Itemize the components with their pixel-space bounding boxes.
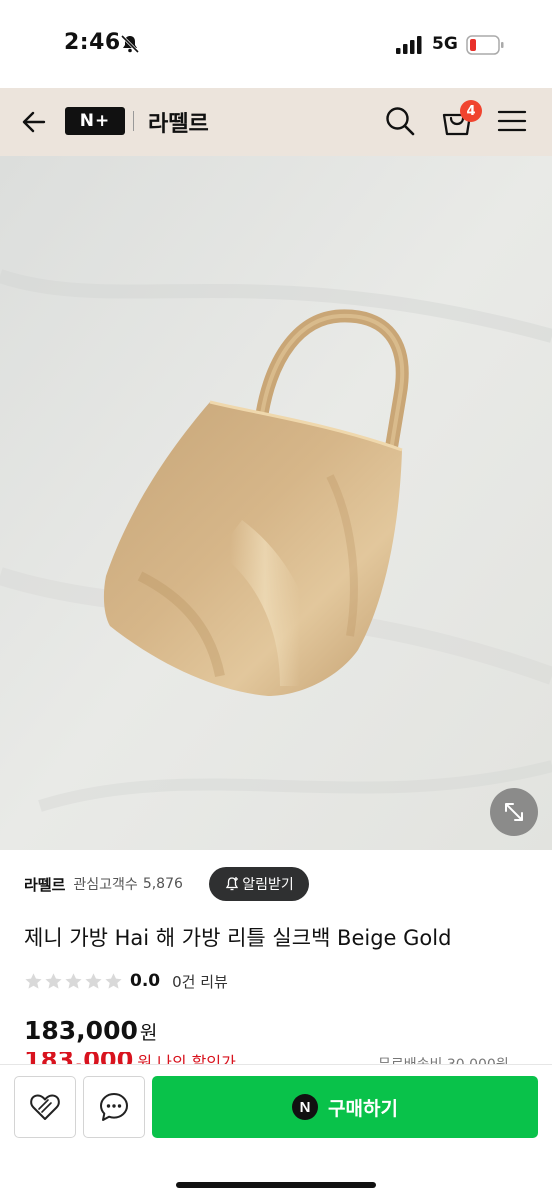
review-count[interactable]: 0건 리뷰 xyxy=(172,971,228,992)
product-photo[interactable] xyxy=(0,156,552,850)
bell-plus-icon xyxy=(226,877,239,891)
star-icon xyxy=(85,972,102,989)
star-rating xyxy=(24,972,124,991)
naver-n-icon: N xyxy=(292,1094,319,1120)
product-title: 제니 가방 Hai 해 가방 리틀 실크백 Beige Gold xyxy=(24,926,452,950)
store-row: 라뗄르 관심고객수 5,876 xyxy=(24,867,183,901)
home-indicator[interactable] xyxy=(176,1182,376,1188)
buy-button[interactable]: N 구매하기 xyxy=(152,1076,538,1138)
alarm-label: 알림받기 xyxy=(242,877,294,893)
alarm-subscribe-button[interactable]: 알림받기 xyxy=(209,867,309,901)
logo-divider xyxy=(133,111,134,131)
heart-icon xyxy=(30,1094,60,1120)
status-bar: 2:46 5G xyxy=(0,0,552,88)
expand-image-button[interactable] xyxy=(490,788,538,836)
buy-label: 구매하기 xyxy=(328,1097,398,1120)
followers-count: 5,876 xyxy=(142,876,183,892)
expand-icon xyxy=(505,803,523,821)
network-label: 5G xyxy=(432,34,458,54)
star-icon xyxy=(65,972,82,989)
cart-count-badge: 4 xyxy=(460,100,482,122)
price-amount: 183,000 xyxy=(24,1016,138,1045)
talk-chat-button[interactable] xyxy=(83,1076,145,1138)
back-arrow-icon[interactable] xyxy=(20,108,48,136)
naver-plus-logo[interactable]: N+ xyxy=(65,107,125,135)
bell-slash-icon xyxy=(120,34,140,54)
header-store-name[interactable]: 라뗄르 xyxy=(148,106,209,138)
price-unit: 원 xyxy=(139,1022,158,1044)
hamburger-menu-icon[interactable] xyxy=(496,106,528,136)
star-icon xyxy=(105,972,122,989)
store-name[interactable]: 라뗄르 xyxy=(24,874,65,895)
star-icon xyxy=(45,972,62,989)
rating-value: 0.0 xyxy=(130,971,161,991)
status-time: 2:46 xyxy=(64,30,121,55)
rating-row[interactable]: 0.0 0건 리뷰 xyxy=(24,968,228,994)
cellular-signal-icon xyxy=(396,36,422,54)
chat-bubble-icon xyxy=(100,1093,128,1121)
bag-photo-illustration xyxy=(0,156,552,850)
star-icon xyxy=(25,972,42,989)
price-row: 183,000 원 xyxy=(24,1016,157,1045)
followers-label: 관심고객수 xyxy=(73,877,138,893)
battery-low-icon xyxy=(466,35,504,55)
search-icon[interactable] xyxy=(383,104,417,138)
like-button[interactable] xyxy=(14,1076,76,1138)
